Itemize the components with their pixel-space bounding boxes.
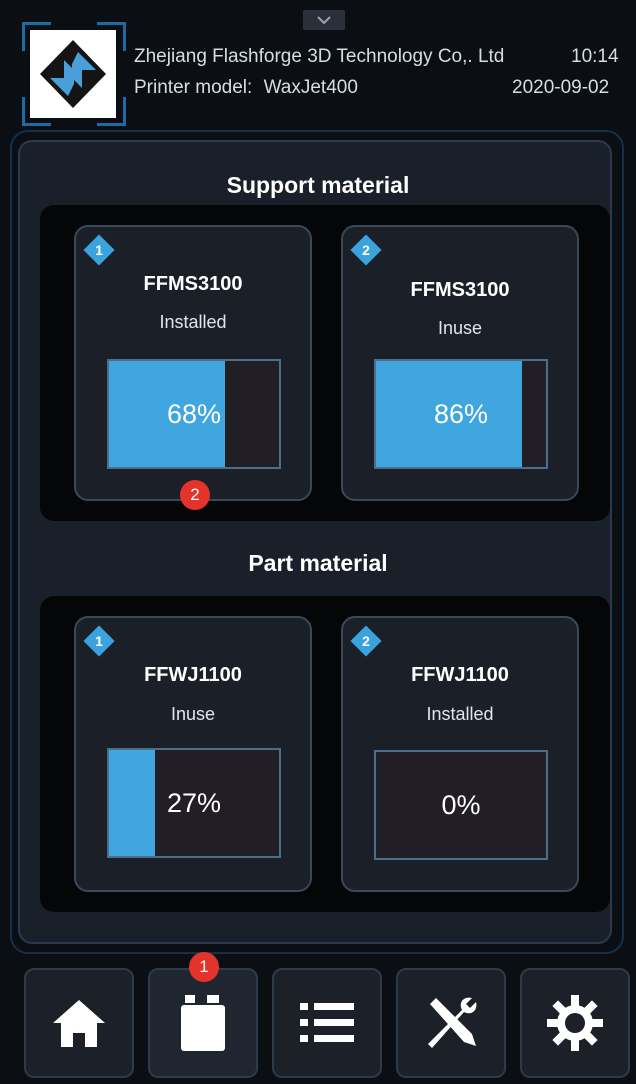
material-level-gauge: 68% [107, 359, 281, 469]
printer-model-label: Printer model: WaxJet400 [134, 77, 358, 99]
slot-number-badge: 2 [350, 625, 382, 657]
support-material-title: Support material [226, 172, 410, 198]
flashforge-logo-icon [40, 40, 106, 108]
level-percent: 0% [441, 789, 481, 820]
material-status: Inuse [170, 704, 216, 724]
material-status: Inuse [437, 318, 483, 338]
support-card-1[interactable]: 1 FFMS3100 Installed 68% [74, 225, 312, 501]
clock-time: 10:14 [571, 46, 619, 67]
part-card-1[interactable]: 1 FFWJ1100 Inuse 27% [74, 616, 312, 892]
material-name: FFMS3100 [143, 273, 243, 295]
tools-icon [428, 997, 477, 1048]
gear-icon [547, 995, 603, 1051]
slot-number-badge: 1 [83, 234, 115, 266]
flashforge-logo [30, 30, 116, 118]
material-status: Installed [159, 312, 227, 332]
nav-materials-button[interactable] [148, 968, 258, 1078]
home-icon [53, 1000, 105, 1047]
material-name: FFMS3100 [410, 279, 510, 301]
model-label: Printer model: [134, 77, 253, 98]
screen: Zhejiang Flashforge 3D Technology Co,. L… [0, 0, 636, 1084]
company-name: Zhejiang Flashforge 3D Technology Co,. L… [134, 46, 505, 67]
list-icon [300, 1003, 354, 1042]
nav-home-button[interactable] [24, 968, 134, 1078]
nav-tools-button[interactable] [396, 968, 506, 1078]
level-percent: 86% [433, 398, 489, 429]
nav-list-button[interactable] [272, 968, 382, 1078]
support-card-2[interactable]: 2 FFMS3100 Inuse 86% [341, 225, 579, 501]
level-percent: 27% [166, 787, 222, 818]
current-date: 2020-09-02 [512, 77, 610, 98]
slot-number-badge: 2 [350, 234, 382, 266]
notification-badge: 2 [180, 480, 210, 510]
material-name: FFWJ1100 [144, 664, 242, 686]
chevron-down-icon [317, 16, 331, 24]
material-level-gauge: 86% [374, 359, 548, 469]
material-level-gauge: 0% [374, 750, 548, 860]
part-material-title: Part material [248, 550, 388, 576]
logo-frame [22, 22, 126, 126]
material-bottle-icon [181, 995, 225, 1051]
material-level-gauge: 27% [107, 748, 281, 858]
level-percent: 68% [166, 398, 222, 429]
nav-settings-button[interactable] [520, 968, 630, 1078]
model-value: WaxJet400 [263, 77, 358, 98]
pull-down-tab[interactable] [303, 10, 345, 30]
notification-badge: 1 [189, 952, 219, 982]
slot-number-badge: 1 [83, 625, 115, 657]
material-status: Installed [426, 704, 494, 724]
part-card-2[interactable]: 2 FFWJ1100 Installed 0% [341, 616, 579, 892]
material-name: FFWJ1100 [411, 664, 509, 686]
